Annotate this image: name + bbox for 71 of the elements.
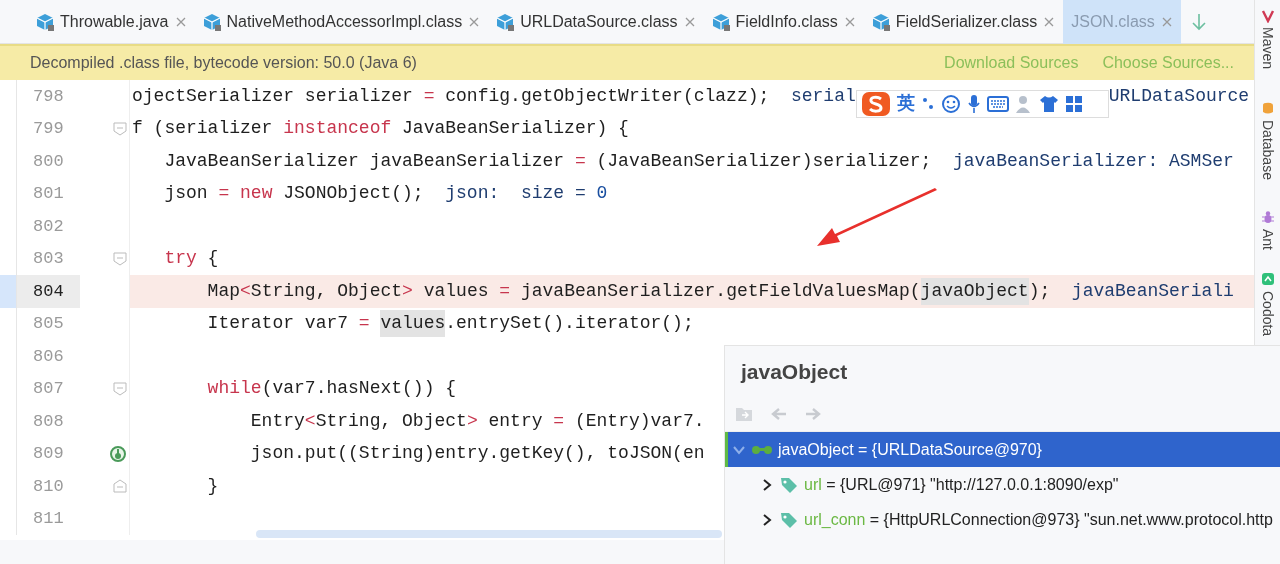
close-icon[interactable]	[683, 16, 696, 28]
forward-icon[interactable]	[805, 407, 821, 420]
fold-icon[interactable]	[113, 251, 127, 266]
cube-icon	[202, 13, 221, 31]
line-number: 800	[16, 145, 80, 178]
line-number: 806	[16, 340, 80, 373]
tool-window-button[interactable]: Database	[1257, 101, 1278, 180]
person-icon[interactable]	[1014, 94, 1033, 115]
editor-tab[interactable]: URLDataSource.class	[488, 0, 704, 44]
microphone-icon[interactable]	[966, 94, 981, 115]
code-line: while(var7.hasNext()) {	[206, 377, 457, 401]
scrollbar-thumb[interactable]	[256, 530, 722, 538]
glasses-icon	[752, 444, 772, 455]
cube-icon	[711, 13, 730, 31]
tag-icon	[780, 510, 798, 529]
popup-title: javaObject	[739, 359, 849, 385]
emoji-icon[interactable]	[940, 94, 961, 115]
close-icon[interactable]	[843, 16, 856, 28]
close-icon[interactable]	[1043, 16, 1056, 28]
editor-tab[interactable]: FieldInfo.class	[703, 0, 864, 44]
code-line: try {	[163, 247, 219, 271]
editor-tab[interactable]: Throwable.java	[28, 0, 195, 44]
line-number: 801	[16, 177, 80, 210]
close-icon[interactable]	[174, 16, 187, 28]
tool-window-button[interactable]: Ant	[1257, 209, 1278, 250]
line-number: 807	[16, 372, 80, 405]
code-line: }	[206, 474, 219, 498]
line-number: 809	[16, 437, 80, 470]
fold-icon[interactable]	[113, 381, 127, 396]
arrow-down-icon[interactable]	[1190, 12, 1207, 31]
close-icon[interactable]	[1160, 16, 1173, 28]
line-number: 811	[16, 502, 80, 535]
shirt-icon[interactable]	[1038, 95, 1059, 114]
line-number: 808	[16, 405, 80, 438]
code-line: Map<String, Object> values = javaBeanSerializer.getFieldValuesMap(javaObject); javaBeanSeriali	[130, 275, 1234, 308]
tree-row[interactable]: javaObject = {URLDataSource@970}	[725, 432, 1280, 467]
tag-icon	[780, 475, 798, 494]
line-number: 810	[16, 470, 80, 503]
v-icon	[1260, 8, 1275, 23]
fold-icon[interactable]	[113, 479, 127, 494]
code-line: f (serializer instanceof JavaBeanSerializer) {	[131, 117, 629, 141]
line-number: 804	[16, 275, 80, 308]
app-icon	[1260, 272, 1275, 287]
code-line: json.put((String)entry.getKey(), toJSON(en	[249, 442, 705, 466]
cube-icon	[36, 13, 54, 31]
folder-icon[interactable]	[735, 405, 753, 422]
cube-icon	[496, 13, 515, 31]
code-line: JavaBeanSerializer javaBeanSerializer = (JavaBeanSerializer)serializer; javaBeanSerializer: ASMSer	[163, 149, 1234, 173]
bug-icon	[1260, 209, 1275, 225]
fold-icon[interactable]	[113, 121, 127, 136]
keyboard-icon[interactable]	[986, 96, 1009, 113]
line-number: 802	[16, 210, 80, 243]
grid-icon[interactable]	[1064, 95, 1083, 114]
cube-icon	[871, 13, 890, 31]
back-icon[interactable]	[771, 407, 787, 420]
code-line: Iterator var7 = values.entrySet().iterator();	[130, 307, 694, 340]
breakpoint-icon[interactable]	[109, 444, 127, 463]
tool-window-button[interactable]: Codota	[1257, 272, 1278, 337]
tree-row[interactable]: url = {URL@971} "http://127.0.0.1:8090/exp"	[725, 467, 1280, 502]
tool-window-button[interactable]: Maven	[1257, 8, 1278, 70]
editor-tab[interactable]: NativeMethodAccessorImpl.class	[194, 0, 489, 44]
banner-text: Decompiled .class file, bytecode version: 50.0 (Java 6)	[30, 53, 417, 73]
code-line: Entry<String, Object> entry = (Entry)var7.	[249, 409, 705, 433]
code-line: json = new JSONObject(); json: size = 0	[163, 182, 608, 206]
logo-icon	[860, 91, 891, 118]
line-number: 798	[16, 80, 80, 113]
line-number: 805	[16, 307, 80, 340]
tree-row[interactable]: url_conn = {HttpURLConnection@973} "sun.net.www.protocol.http	[725, 502, 1280, 537]
line-number: 799	[16, 112, 80, 145]
close-icon[interactable]	[468, 16, 481, 28]
editor-tab[interactable]: FieldSerializer.class	[863, 0, 1064, 44]
